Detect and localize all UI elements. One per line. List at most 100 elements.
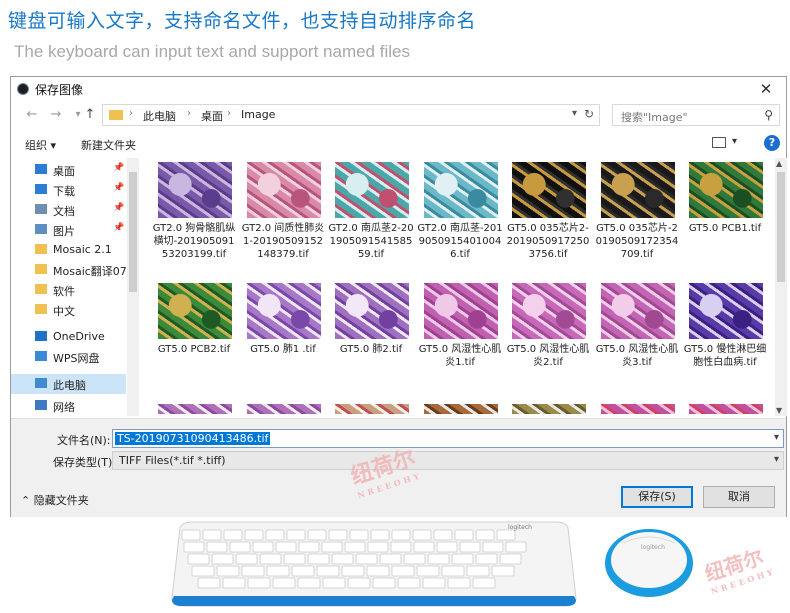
file-tile[interactable]: [240, 404, 326, 414]
file-tile[interactable]: GT2.0 南瓜茎-20190509154010046.tif: [417, 162, 503, 280]
filetype-select[interactable]: TIFF Files(*.tif *.tiff) ▾: [112, 451, 784, 470]
sidebar-scroll-thumb[interactable]: [129, 172, 137, 292]
forward-arrow-icon[interactable]: →: [47, 106, 65, 124]
sidebar-item[interactable]: 软件: [11, 280, 126, 300]
sidebar-item[interactable]: 网络: [11, 396, 126, 416]
scroll-down-icon[interactable]: ▼: [776, 406, 782, 415]
file-thumbnail[interactable]: [689, 404, 763, 414]
file-thumbnail[interactable]: [601, 162, 675, 218]
help-icon[interactable]: ?: [764, 135, 780, 151]
address-bar[interactable]: › 此电脑 › 桌面 › Image ▾ ↻: [102, 104, 600, 126]
wps-cloud-icon: [35, 351, 47, 361]
file-tile[interactable]: [328, 404, 414, 414]
search-input[interactable]: 搜索"Image": [621, 109, 688, 125]
breadcrumb-desktop[interactable]: 桌面: [201, 108, 223, 124]
file-tile[interactable]: GT5.0 风湿性心肌炎3.tif: [594, 283, 680, 401]
sidebar-item[interactable]: Mosaic 2.1: [11, 240, 126, 260]
filename-value[interactable]: TS-20190731090413486.tif: [115, 432, 271, 445]
file-tile[interactable]: GT2.0 间质性肺炎1-20190509152148379.tif: [240, 162, 326, 280]
hide-folders-toggle[interactable]: ⌃ 隐藏文件夹: [21, 492, 89, 508]
file-tile[interactable]: [505, 404, 591, 414]
scroll-up-icon[interactable]: ▲: [776, 159, 782, 168]
keyboard-key: [341, 565, 365, 577]
file-thumbnail[interactable]: [247, 404, 321, 414]
file-tile[interactable]: GT5.0 肺1 .tif: [240, 283, 326, 401]
keyboard-key: [475, 553, 498, 565]
file-thumbnail[interactable]: [158, 162, 232, 218]
file-thumbnail[interactable]: [424, 404, 498, 414]
file-thumbnail[interactable]: [689, 162, 763, 218]
keyboard-key: [272, 577, 296, 589]
file-thumbnail[interactable]: [158, 283, 232, 339]
file-tile[interactable]: GT2.0 南瓜茎2-20190509154158559.tif: [328, 162, 414, 280]
file-tile[interactable]: GT5.0 035芯片-20190509172354709.tif: [594, 162, 680, 280]
sidebar-item[interactable]: Mosaic翻译071: [11, 260, 134, 280]
sidebar-item[interactable]: WPS网盘: [11, 347, 126, 367]
computer-icon: [35, 378, 47, 388]
file-thumbnail[interactable]: [247, 162, 321, 218]
filename-dropdown-icon[interactable]: ▾: [774, 432, 779, 443]
file-thumbnail[interactable]: [689, 283, 763, 339]
file-thumbnail[interactable]: [335, 404, 409, 414]
sidebar-item-label: Mosaic翻译071: [53, 265, 134, 278]
keyboard-key: [447, 577, 471, 589]
file-thumbnail[interactable]: [247, 283, 321, 339]
file-tile[interactable]: GT5.0 风湿性心肌炎1.tif: [417, 283, 503, 401]
refresh-icon[interactable]: ↻: [584, 107, 594, 121]
back-arrow-icon[interactable]: ←: [23, 106, 41, 124]
file-thumbnail[interactable]: [335, 162, 409, 218]
breadcrumb-image[interactable]: Image: [241, 108, 275, 121]
file-thumbnail[interactable]: [335, 283, 409, 339]
address-dropdown-icon[interactable]: ▾: [572, 108, 577, 119]
file-tile[interactable]: GT5.0 035芯片2-20190509172503756.tif: [505, 162, 591, 280]
sidebar-item[interactable]: 此电脑: [11, 374, 126, 394]
sidebar-scrollbar[interactable]: [127, 158, 139, 416]
keyboard-key: [472, 577, 496, 589]
search-box[interactable]: 搜索"Image" ⚲: [612, 104, 780, 126]
breadcrumb-this-pc[interactable]: 此电脑: [143, 108, 176, 124]
view-options-icon[interactable]: [712, 137, 726, 148]
search-icon[interactable]: ⚲: [764, 108, 773, 122]
file-grid-scroll-thumb[interactable]: [777, 172, 785, 282]
file-tile[interactable]: [594, 404, 680, 414]
cancel-button[interactable]: 取消: [703, 486, 775, 508]
file-grid-scrollbar[interactable]: ▲ ▼: [775, 158, 787, 416]
sidebar-item[interactable]: 文档 📌: [11, 200, 126, 220]
sidebar-item[interactable]: 中文: [11, 300, 126, 320]
file-thumbnail[interactable]: [512, 162, 586, 218]
new-folder-button[interactable]: 新建文件夹: [81, 137, 136, 153]
file-tile[interactable]: GT5.0 PCB1.tif: [682, 162, 768, 280]
filetype-dropdown-icon[interactable]: ▾: [774, 454, 779, 465]
file-tile[interactable]: [151, 404, 237, 414]
file-thumbnail[interactable]: [158, 404, 232, 414]
file-thumbnail[interactable]: [601, 404, 675, 414]
organize-menu[interactable]: 组织 ▾: [25, 137, 56, 153]
mouse-image: logitech: [603, 523, 695, 601]
file-thumbnail[interactable]: [601, 283, 675, 339]
sidebar-item[interactable]: OneDrive: [11, 327, 126, 347]
keyboard-key: [403, 553, 426, 565]
file-tile[interactable]: GT5.0 风湿性心肌炎2.tif: [505, 283, 591, 401]
view-dropdown-icon[interactable]: ▾: [732, 136, 737, 147]
save-button[interactable]: 保存(S): [621, 486, 693, 508]
file-thumbnail[interactable]: [424, 283, 498, 339]
file-thumbnail[interactable]: [512, 283, 586, 339]
close-button[interactable]: ✕: [746, 77, 786, 102]
sidebar-item[interactable]: 桌面 📌: [11, 160, 126, 180]
file-tile[interactable]: GT5.0 慢性淋巴细胞性白血病.tif: [682, 283, 768, 401]
sidebar-item[interactable]: 图片 📌: [11, 220, 126, 240]
sidebar-item[interactable]: 下载 📌: [11, 180, 126, 200]
file-thumbnail[interactable]: [424, 162, 498, 218]
file-tile[interactable]: GT5.0 PCB2.tif: [151, 283, 237, 401]
file-tile[interactable]: GT5.0 肺2.tif: [328, 283, 414, 401]
headline: 键盘可输入文字，支持命名文件，也支持自动排序命名: [8, 10, 477, 32]
file-tile[interactable]: GT2.0 狗骨骼肌纵横切-20190509153203199.tif: [151, 162, 237, 280]
filetype-value[interactable]: TIFF Files(*.tif *.tiff): [119, 454, 226, 467]
keyboard-key: [298, 541, 320, 553]
filename-field[interactable]: TS-20190731090413486.tif ▾: [112, 429, 784, 448]
keyboard-key: [235, 553, 258, 565]
up-arrow-icon[interactable]: ↑: [81, 106, 99, 124]
file-tile[interactable]: [682, 404, 768, 414]
file-thumbnail[interactable]: [512, 404, 586, 414]
file-tile[interactable]: [417, 404, 503, 414]
